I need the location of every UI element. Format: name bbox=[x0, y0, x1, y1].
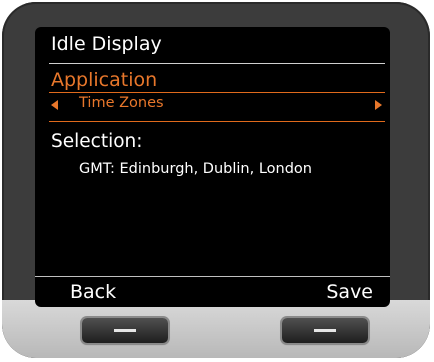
application-divider bbox=[49, 92, 385, 93]
selection-label: Selection: bbox=[51, 131, 143, 152]
minus-icon bbox=[114, 329, 136, 332]
application-selector-underline bbox=[49, 121, 385, 122]
display-screen: Idle Display Application Time Zones Sele… bbox=[35, 27, 390, 307]
softkey-bar: Back Save bbox=[35, 276, 390, 307]
application-selector-value[interactable]: Time Zones bbox=[79, 95, 164, 111]
minus-icon bbox=[314, 329, 336, 332]
selection-value: GMT: Edinburgh, Dublin, London bbox=[79, 161, 312, 177]
screen-title: Idle Display bbox=[51, 33, 162, 55]
back-softkey-button[interactable] bbox=[82, 318, 168, 343]
back-softkey-label: Back bbox=[70, 281, 117, 303]
title-divider bbox=[49, 63, 385, 64]
save-softkey-label: Save bbox=[326, 281, 373, 303]
left-triangle-icon[interactable] bbox=[51, 100, 58, 110]
application-label: Application bbox=[51, 69, 158, 91]
right-triangle-icon[interactable] bbox=[375, 100, 382, 110]
save-softkey-button[interactable] bbox=[282, 318, 368, 343]
